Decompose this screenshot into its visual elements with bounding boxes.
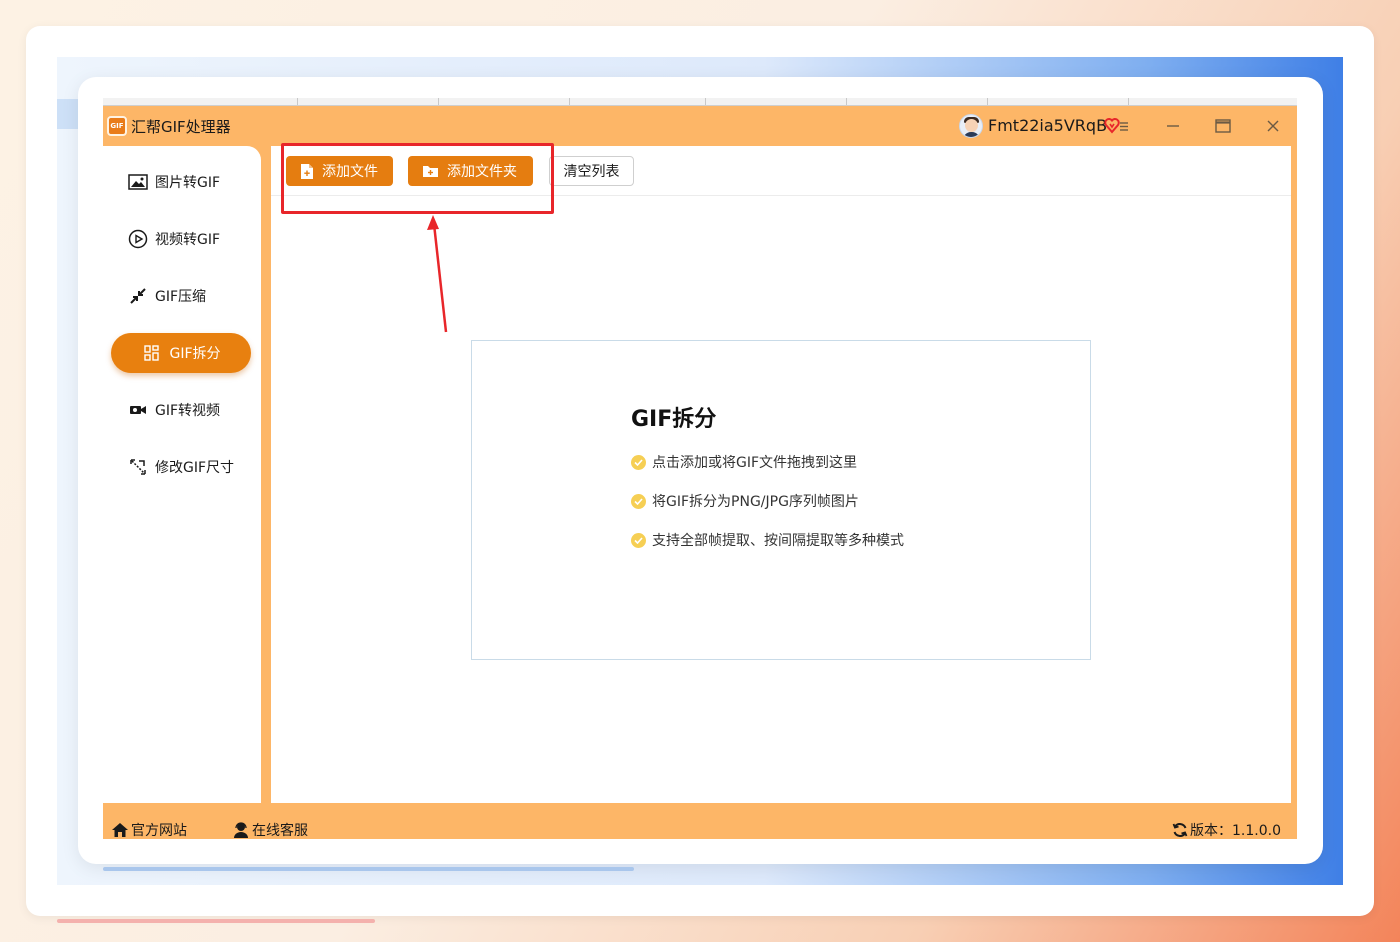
support-agent-icon — [232, 822, 250, 838]
feature-item: 点击添加或将GIF文件拖拽到这里 — [631, 452, 857, 472]
user-avatar[interactable] — [959, 114, 983, 138]
version-label: 版本：1.1.0.0 — [1190, 823, 1281, 839]
username[interactable]: Fmt22ia5VRqB — [988, 116, 1107, 135]
feature-text: 点击添加或将GIF文件拖拽到这里 — [652, 455, 858, 471]
sidebar-item-label: 视频转GIF — [155, 232, 221, 248]
play-circle-icon — [127, 229, 149, 249]
home-icon — [111, 822, 129, 838]
resize-icon — [127, 457, 149, 477]
vip-heart-icon[interactable] — [1104, 117, 1132, 135]
browser-tab-strip — [103, 98, 1297, 106]
app-window: GIF 汇帮GIF处理器 Fmt22ia5VRqB 图片转GIF 视频转GIF … — [103, 106, 1297, 839]
feature-item: 支持全部帧提取、按间隔提取等多种模式 — [631, 530, 904, 550]
sidebar-item-resize-gif[interactable]: 修改GIF尺寸 — [111, 447, 251, 487]
file-drop-zone[interactable]: GIF拆分 点击添加或将GIF文件拖拽到这里 将GIF拆分为PNG/JPG序列帧… — [471, 340, 1091, 660]
check-circle-icon — [631, 532, 646, 548]
drop-zone-title: GIF拆分 — [631, 407, 717, 432]
maximize-icon — [1215, 119, 1231, 133]
sidebar-item-video-to-gif[interactable]: 视频转GIF — [111, 219, 251, 259]
sidebar-item-label: GIF拆分 — [169, 346, 221, 362]
feature-text: 将GIF拆分为PNG/JPG序列帧图片 — [652, 494, 859, 510]
sidebar-item-image-to-gif[interactable]: 图片转GIF — [111, 162, 251, 202]
online-service-link[interactable]: 在线客服 — [232, 820, 308, 840]
sidebar-item-gif-compress[interactable]: GIF压缩 — [111, 276, 251, 316]
official-site-link[interactable]: 官方网站 — [111, 820, 187, 840]
maximize-button[interactable] — [1208, 112, 1238, 140]
sidebar-item-label: GIF转视频 — [155, 403, 221, 419]
title-bar: GIF 汇帮GIF处理器 Fmt22ia5VRqB — [103, 106, 1297, 146]
image-icon — [127, 172, 149, 192]
sidebar-item-label: 修改GIF尺寸 — [155, 460, 235, 476]
minimize-icon — [1167, 125, 1179, 127]
add-file-button[interactable]: 添加文件 — [286, 156, 393, 186]
folder-add-icon — [422, 164, 439, 178]
sidebar-item-label: GIF压缩 — [155, 289, 207, 305]
check-circle-icon — [631, 493, 646, 509]
grid-split-icon — [141, 343, 163, 363]
add-folder-label: 添加文件夹 — [447, 164, 517, 180]
desktop-strip — [57, 99, 79, 129]
video-camera-icon — [127, 400, 149, 420]
app-logo-text: GIF — [110, 122, 124, 130]
sidebar-item-gif-to-video[interactable]: GIF转视频 — [111, 390, 251, 430]
app-logo: GIF — [107, 116, 127, 136]
minimize-button[interactable] — [1158, 112, 1188, 140]
official-site-label: 官方网站 — [131, 823, 187, 839]
sidebar-item-label: 图片转GIF — [155, 175, 221, 191]
add-folder-button[interactable]: 添加文件夹 — [408, 156, 533, 186]
version-info[interactable]: 版本：1.1.0.0 — [1172, 820, 1281, 840]
horizontal-scrollbar[interactable] — [103, 867, 634, 871]
file-add-icon — [300, 163, 314, 180]
clear-list-button[interactable]: 清空列表 — [549, 156, 634, 186]
refresh-icon — [1172, 822, 1188, 838]
main-panel: 添加文件 添加文件夹 清空列表 GIF拆分 点击添加或将GIF文件拖拽到这里 将… — [271, 146, 1291, 803]
sidebar-item-gif-split[interactable]: GIF拆分 — [111, 333, 251, 373]
close-icon — [1267, 120, 1279, 132]
close-button[interactable] — [1258, 112, 1288, 140]
footer-bar: 官方网站 在线客服 版本：1.1.0.0 — [103, 816, 1297, 839]
feature-item: 将GIF拆分为PNG/JPG序列帧图片 — [631, 491, 859, 511]
feature-text: 支持全部帧提取、按间隔提取等多种模式 — [652, 533, 904, 549]
compress-arrows-icon — [127, 286, 149, 306]
decorative-line — [57, 919, 375, 923]
toolbar-divider — [271, 195, 1291, 196]
add-file-label: 添加文件 — [322, 164, 378, 180]
sidebar: 图片转GIF 视频转GIF GIF压缩 GIF拆分 GIF转视频 修改GIF尺寸 — [103, 146, 261, 803]
check-circle-icon — [631, 454, 646, 470]
app-title: 汇帮GIF处理器 — [131, 118, 231, 136]
online-service-label: 在线客服 — [252, 823, 308, 839]
